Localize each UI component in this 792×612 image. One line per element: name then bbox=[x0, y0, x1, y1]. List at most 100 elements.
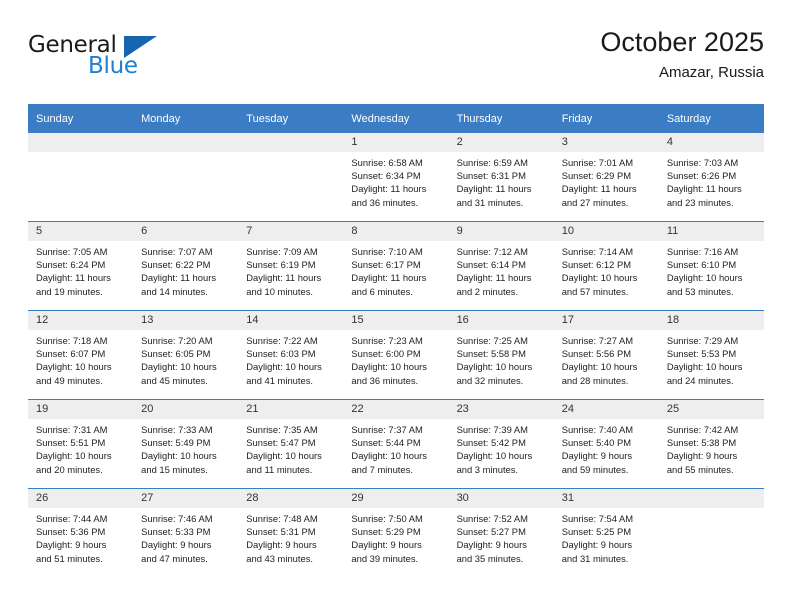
sunset-text: Sunset: 5:40 PM bbox=[561, 437, 632, 449]
sunset-text: Sunset: 5:49 PM bbox=[141, 437, 211, 449]
daylight-text-line1: Daylight: 10 hours bbox=[666, 361, 743, 373]
sunset-text: Sunset: 6:24 PM bbox=[36, 259, 106, 271]
day-cell[interactable]: 6 Sunrise: 7:07 AM Sunset: 6:22 PM Dayli… bbox=[133, 221, 239, 311]
sunrise-text: Sunrise: 7:10 AM bbox=[351, 246, 423, 257]
day-number: 10 bbox=[553, 222, 659, 241]
day-cell[interactable]: 24 Sunrise: 7:40 AM Sunset: 5:40 PM Dayl… bbox=[553, 399, 659, 489]
day-cell[interactable]: 20 Sunrise: 7:33 AM Sunset: 5:49 PM Dayl… bbox=[133, 399, 239, 489]
day-number: 16 bbox=[448, 311, 554, 330]
day-cell[interactable]: 25 Sunrise: 7:42 AM Sunset: 5:38 PM Dayl… bbox=[658, 399, 764, 489]
day-details: Sunrise: 7:05 AM Sunset: 6:24 PM Dayligh… bbox=[28, 241, 133, 298]
day-details: Sunrise: 7:14 AM Sunset: 6:12 PM Dayligh… bbox=[554, 241, 659, 298]
sunset-text: Sunset: 5:58 PM bbox=[456, 348, 526, 360]
daylight-text-line1: Daylight: 10 hours bbox=[561, 272, 638, 284]
day-cell[interactable]: 4 Sunrise: 7:03 AM Sunset: 6:26 PM Dayli… bbox=[658, 133, 764, 222]
weekday-header-tuesday: Tuesday bbox=[238, 104, 344, 133]
day-details: Sunrise: 7:25 AM Sunset: 5:58 PM Dayligh… bbox=[449, 330, 554, 387]
day-number bbox=[238, 133, 344, 152]
sunrise-text: Sunrise: 7:14 AM bbox=[561, 246, 634, 257]
sunrise-text: Sunrise: 7:07 AM bbox=[141, 246, 213, 257]
daylight-text-line2: and 39 minutes. bbox=[351, 552, 419, 564]
sunrise-text: Sunrise: 7:33 AM bbox=[141, 424, 213, 435]
day-number: 27 bbox=[133, 489, 239, 508]
sunrise-text: Sunrise: 7:39 AM bbox=[456, 424, 528, 435]
daylight-text-line2: and 23 minutes. bbox=[666, 196, 734, 208]
day-cell[interactable]: 19 Sunrise: 7:31 AM Sunset: 5:51 PM Dayl… bbox=[28, 399, 134, 489]
sunrise-text: Sunrise: 7:40 AM bbox=[561, 424, 634, 435]
day-cell[interactable]: 8 Sunrise: 7:10 AM Sunset: 6:17 PM Dayli… bbox=[343, 221, 449, 311]
daylight-text-line2: and 55 minutes. bbox=[666, 463, 734, 475]
sunrise-text: Sunrise: 6:58 AM bbox=[351, 157, 423, 168]
day-number: 9 bbox=[448, 222, 554, 241]
daylight-text-line1: Daylight: 9 hours bbox=[141, 539, 212, 551]
day-cell[interactable]: 2 Sunrise: 6:59 AM Sunset: 6:31 PM Dayli… bbox=[448, 133, 554, 222]
day-cell[interactable]: 28 Sunrise: 7:48 AM Sunset: 5:31 PM Dayl… bbox=[238, 488, 344, 577]
sunset-text: Sunset: 6:12 PM bbox=[561, 259, 632, 271]
day-cell[interactable]: 22 Sunrise: 7:37 AM Sunset: 5:44 PM Dayl… bbox=[343, 399, 449, 489]
day-cell[interactable]: 12 Sunrise: 7:18 AM Sunset: 6:07 PM Dayl… bbox=[28, 310, 134, 400]
day-number: 22 bbox=[343, 400, 449, 419]
daylight-text-line2: and 45 minutes. bbox=[141, 374, 208, 386]
day-cell[interactable] bbox=[658, 488, 764, 577]
sunset-text: Sunset: 5:27 PM bbox=[456, 526, 526, 538]
day-details: Sunrise: 7:40 AM Sunset: 5:40 PM Dayligh… bbox=[554, 419, 659, 476]
day-cell[interactable]: 29 Sunrise: 7:50 AM Sunset: 5:29 PM Dayl… bbox=[343, 488, 449, 577]
daylight-text-line2: and 43 minutes. bbox=[246, 552, 313, 564]
daylight-text-line1: Daylight: 11 hours bbox=[351, 272, 427, 284]
week-row: 1 Sunrise: 6:58 AM Sunset: 6:34 PM Dayli… bbox=[28, 133, 764, 222]
daylight-text-line1: Daylight: 10 hours bbox=[456, 361, 533, 373]
sunset-text: Sunset: 6:10 PM bbox=[666, 259, 737, 271]
day-details: Sunrise: 7:03 AM Sunset: 6:26 PM Dayligh… bbox=[659, 152, 764, 209]
day-cell[interactable]: 9 Sunrise: 7:12 AM Sunset: 6:14 PM Dayli… bbox=[448, 221, 554, 311]
day-cell[interactable]: 27 Sunrise: 7:46 AM Sunset: 5:33 PM Dayl… bbox=[133, 488, 239, 577]
daylight-text-line2: and 20 minutes. bbox=[36, 463, 103, 475]
day-cell[interactable]: 5 Sunrise: 7:05 AM Sunset: 6:24 PM Dayli… bbox=[28, 221, 134, 311]
day-details: Sunrise: 7:50 AM Sunset: 5:29 PM Dayligh… bbox=[343, 508, 448, 565]
day-cell[interactable]: 3 Sunrise: 7:01 AM Sunset: 6:29 PM Dayli… bbox=[553, 133, 659, 222]
daylight-text-line1: Daylight: 9 hours bbox=[666, 450, 738, 462]
day-cell[interactable] bbox=[28, 133, 134, 222]
day-cell[interactable]: 31 Sunrise: 7:54 AM Sunset: 5:25 PM Dayl… bbox=[553, 488, 659, 577]
logo-text-blue: Blue bbox=[88, 53, 138, 79]
week-row: 19 Sunrise: 7:31 AM Sunset: 5:51 PM Dayl… bbox=[28, 399, 764, 489]
day-details: Sunrise: 7:10 AM Sunset: 6:17 PM Dayligh… bbox=[343, 241, 448, 298]
day-cell[interactable]: 18 Sunrise: 7:29 AM Sunset: 5:53 PM Dayl… bbox=[658, 310, 764, 400]
day-details: Sunrise: 7:52 AM Sunset: 5:27 PM Dayligh… bbox=[449, 508, 554, 565]
day-cell[interactable]: 15 Sunrise: 7:23 AM Sunset: 6:00 PM Dayl… bbox=[343, 310, 449, 400]
day-cell[interactable]: 7 Sunrise: 7:09 AM Sunset: 6:19 PM Dayli… bbox=[238, 221, 344, 311]
day-details bbox=[238, 152, 343, 156]
day-cell[interactable]: 26 Sunrise: 7:44 AM Sunset: 5:36 PM Dayl… bbox=[28, 488, 134, 577]
day-cell[interactable]: 21 Sunrise: 7:35 AM Sunset: 5:47 PM Dayl… bbox=[238, 399, 344, 489]
sunrise-text: Sunrise: 7:44 AM bbox=[36, 513, 108, 524]
day-cell[interactable]: 17 Sunrise: 7:27 AM Sunset: 5:56 PM Dayl… bbox=[553, 310, 659, 400]
day-details: Sunrise: 7:16 AM Sunset: 6:10 PM Dayligh… bbox=[659, 241, 764, 298]
sunset-text: Sunset: 6:17 PM bbox=[351, 259, 421, 271]
day-cell[interactable]: 23 Sunrise: 7:39 AM Sunset: 5:42 PM Dayl… bbox=[448, 399, 554, 489]
day-cell[interactable] bbox=[238, 133, 344, 222]
day-cell[interactable]: 13 Sunrise: 7:20 AM Sunset: 6:05 PM Dayl… bbox=[133, 310, 239, 400]
day-cell[interactable]: 11 Sunrise: 7:16 AM Sunset: 6:10 PM Dayl… bbox=[658, 221, 764, 311]
sunrise-text: Sunrise: 7:03 AM bbox=[666, 157, 739, 168]
day-cell[interactable] bbox=[133, 133, 239, 222]
daylight-text-line1: Daylight: 9 hours bbox=[561, 539, 633, 551]
day-number bbox=[133, 133, 239, 152]
calendar-table: Sunday Monday Tuesday Wednesday Thursday… bbox=[28, 104, 764, 577]
day-cell[interactable]: 14 Sunrise: 7:22 AM Sunset: 6:03 PM Dayl… bbox=[238, 310, 344, 400]
sunset-text: Sunset: 6:22 PM bbox=[141, 259, 211, 271]
general-blue-logo[interactable]: General Blue bbox=[28, 32, 238, 84]
sunrise-text: Sunrise: 7:27 AM bbox=[561, 335, 634, 346]
sunrise-text: Sunrise: 7:20 AM bbox=[141, 335, 213, 346]
day-details: Sunrise: 7:46 AM Sunset: 5:33 PM Dayligh… bbox=[133, 508, 238, 565]
daylight-text-line2: and 28 minutes. bbox=[561, 374, 629, 386]
day-number: 14 bbox=[238, 311, 344, 330]
sunrise-text: Sunrise: 7:46 AM bbox=[141, 513, 213, 524]
day-details: Sunrise: 7:01 AM Sunset: 6:29 PM Dayligh… bbox=[554, 152, 659, 209]
day-details bbox=[133, 152, 238, 156]
day-cell[interactable]: 1 Sunrise: 6:58 AM Sunset: 6:34 PM Dayli… bbox=[343, 133, 449, 222]
day-cell[interactable]: 30 Sunrise: 7:52 AM Sunset: 5:27 PM Dayl… bbox=[448, 488, 554, 577]
sunset-text: Sunset: 6:31 PM bbox=[456, 170, 526, 182]
day-cell[interactable]: 10 Sunrise: 7:14 AM Sunset: 6:12 PM Dayl… bbox=[553, 221, 659, 311]
day-cell[interactable]: 16 Sunrise: 7:25 AM Sunset: 5:58 PM Dayl… bbox=[448, 310, 554, 400]
daylight-text-line1: Daylight: 11 hours bbox=[561, 183, 637, 195]
daylight-text-line2: and 3 minutes. bbox=[456, 463, 519, 475]
